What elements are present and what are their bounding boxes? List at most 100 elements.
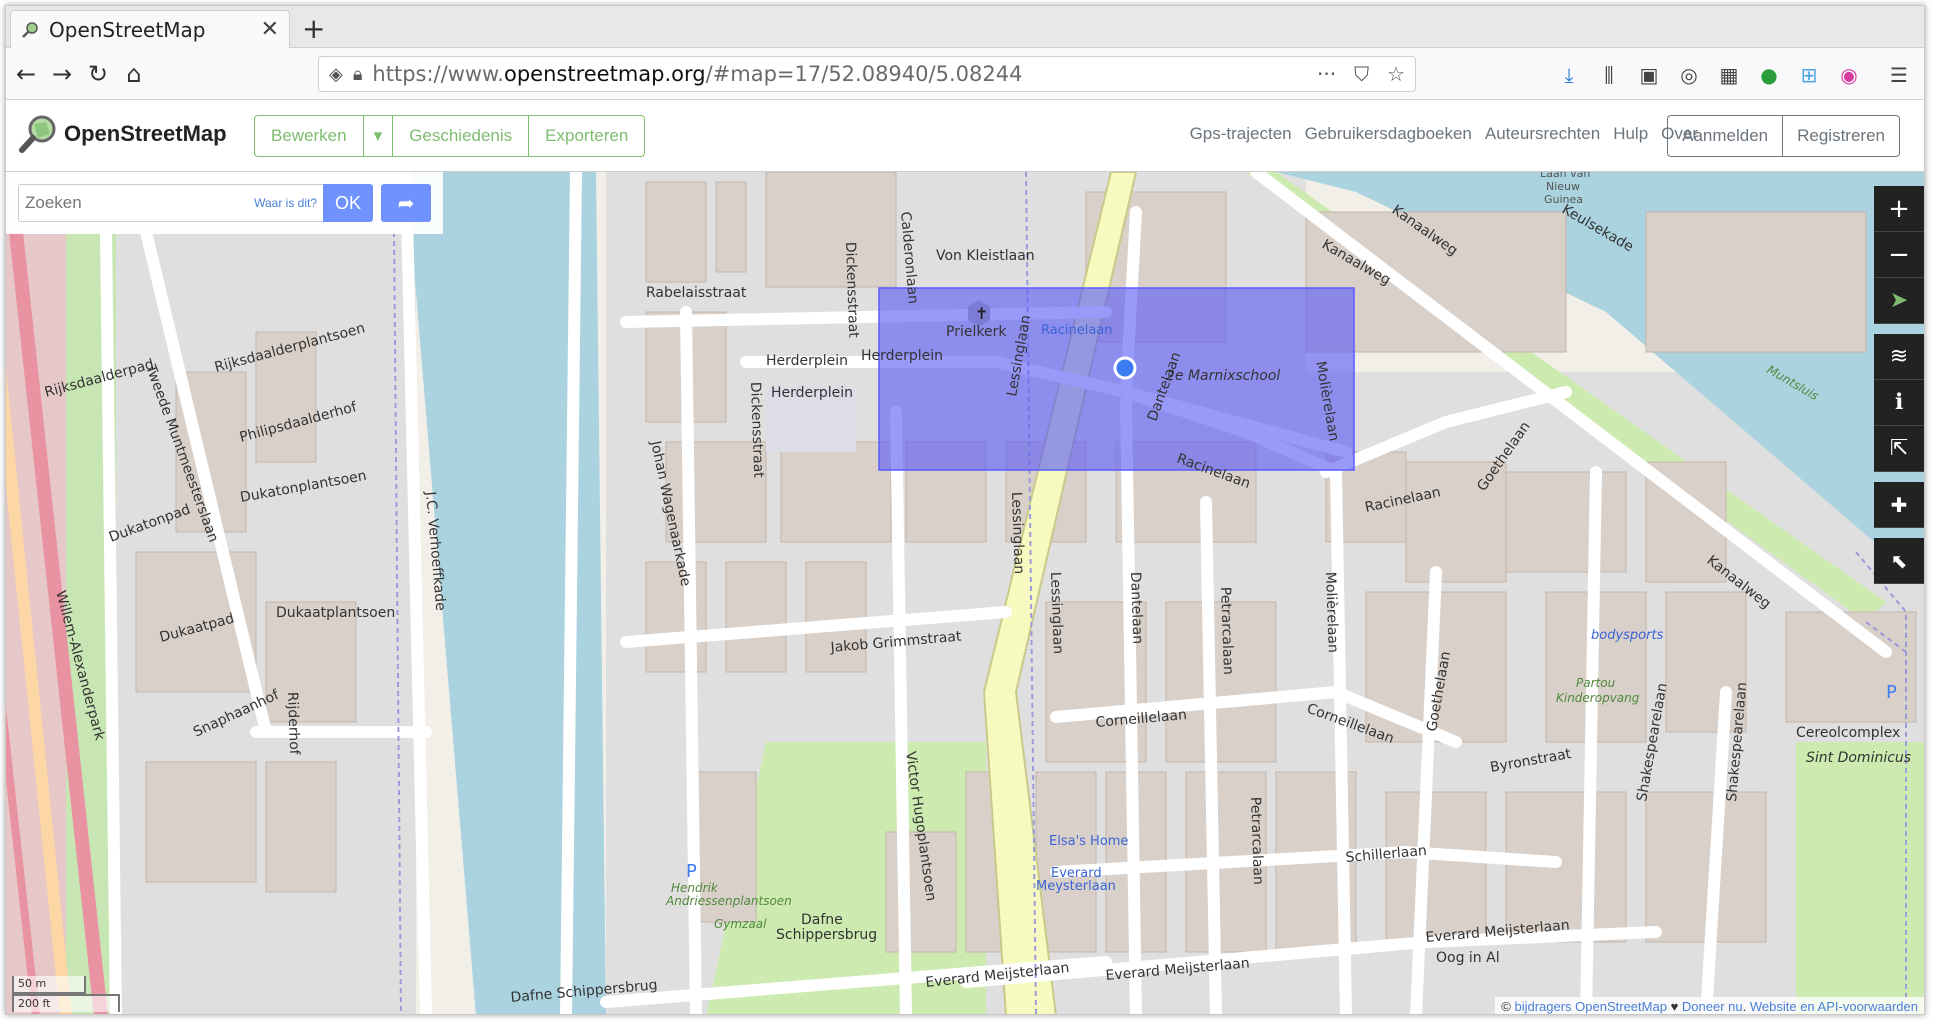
nav-help[interactable]: Hulp [1613,124,1648,144]
nav-copyright[interactable]: Auteursrechten [1485,124,1600,144]
tab-title: OpenStreetMap [49,17,206,42]
new-tab-icon[interactable]: + [302,12,325,45]
extension-b-icon[interactable]: ● [1756,62,1782,88]
export-button[interactable]: Exporteren [529,116,644,156]
scale-bar: 50 m 200 ft [12,976,122,1012]
street-label: Von Kleistlaan [936,248,1035,264]
gym-label: Gymzaal [714,917,767,931]
street-label: Molièrelaan [1322,572,1341,654]
zoom-out-icon[interactable]: − [1874,232,1924,278]
layers-icon[interactable]: ≋ [1874,334,1924,380]
browser-tab[interactable]: OpenStreetMap ✕ [10,10,290,48]
search-placeholder[interactable]: Zoeken [25,193,254,213]
church-label: Sint Dominicus [1806,750,1911,766]
tracking-icon[interactable]: ◎ [1676,62,1702,88]
street-label: Dantelaan [1127,572,1146,645]
auth-button-group: Aanmelden Registreren [1667,115,1900,157]
street-label: Lessinglaan [1008,492,1027,575]
elsa-label: Elsa's Home [1049,834,1128,849]
donate-link[interactable]: Doneer nu [1682,999,1743,1014]
osm-contributors-link[interactable]: bijdragers OpenStreetMap [1514,999,1666,1014]
street-label: Herderplein [861,348,943,364]
map-canvas[interactable]: ✝ Johan Wagenaarkade Rabelaisstraat Von … [6,172,1924,1015]
add-note-icon[interactable]: ✚ [1874,482,1924,528]
extensions-icon[interactable]: ▦ [1716,62,1742,88]
tab-close-icon[interactable]: ✕ [261,17,279,42]
directions-icon[interactable]: ➦ [381,184,431,222]
cinema-label: Cereolcomplex [1796,725,1900,741]
cross-glyph: ✝ [975,304,988,323]
street-label: Dickensstraat [842,242,861,339]
url-text[interactable]: https://www.openstreetmap.org/#map=17/52… [372,62,1299,86]
pocket-icon[interactable]: ⛉ [1354,62,1369,86]
park-label-1: Hendrik [671,881,719,895]
park-label-2: Andriessenplantsoen [665,894,792,908]
geolocate-icon[interactable]: ➤ [1874,278,1924,324]
dafne-label-2: Schippersbrug [776,927,877,943]
home-icon[interactable]: ⌂ [118,58,150,90]
url-bar[interactable]: ◈ 🔒︎ https://www.openstreetmap.org/#map=… [318,56,1416,92]
navigation-bar: ← → ↻ ⌂ ◈ 🔒︎ https://www.openstreetmap.o… [6,48,1924,100]
register-button[interactable]: Registreren [1783,116,1899,156]
zoom-in-icon[interactable]: + [1874,186,1924,232]
query-features-icon[interactable]: ⬉ [1874,538,1924,584]
parking-icon: P [1886,682,1897,703]
poi-label: Guinea [1544,193,1583,206]
parking-icon: P [686,861,697,882]
back-icon[interactable]: ← [10,58,42,90]
grid-icon[interactable]: ⊞ [1796,62,1822,88]
search-ok-button[interactable]: OK [323,184,373,222]
dafne-label-1: Dafne [801,912,843,928]
herderplein-square-label: Herderplein [771,385,853,401]
logo-text: OpenStreetMap [64,121,227,146]
neighborhood-label: Oog in Al [1436,950,1500,966]
everard-label-2: Meysterlaan [1036,879,1116,894]
poi-label: Nieuw [1546,180,1580,193]
street-label: Herderplein [766,353,848,369]
street-label: Rabelaisstraat [646,285,747,301]
edit-button[interactable]: Bewerken [255,116,364,156]
street-label: Lessinglaan [1047,572,1066,655]
history-button[interactable]: Geschiedenis [393,116,530,156]
selected-area[interactable] [878,287,1355,471]
search-panel: Zoeken Waar is dit? OK ➦ [6,172,443,234]
kinder-label-2: Kinderopvang [1556,691,1640,705]
bookmark-star-icon[interactable]: ☆ [1387,62,1405,86]
menu-icon[interactable]: ☰ [1886,62,1912,88]
share-icon[interactable]: ⇱ [1874,426,1924,472]
church-label: Prielkerk [946,324,1007,340]
download-icon[interactable]: ⤓ [1556,62,1582,88]
bus-stop-label: Racinelaan [1041,323,1113,338]
location-marker[interactable] [1113,356,1137,380]
page-actions-icon[interactable]: ··· [1317,62,1336,86]
forward-icon[interactable]: → [46,58,78,90]
edit-dropdown-icon[interactable]: ▾ [364,116,394,156]
nav-gps-traces[interactable]: Gps-trajecten [1190,124,1292,144]
school-label: 2e Marnixschool [1166,368,1280,384]
poi-label: Laan van [1540,172,1590,180]
scale-meters: 50 m [12,976,86,994]
osm-header: OpenStreetMap Bewerken ▾ Geschiedenis Ex… [6,100,1924,172]
map-view[interactable]: ✝ Johan Wagenaarkade Rabelaisstraat Von … [6,172,1924,1015]
where-is-this-link[interactable]: Waar is dit? [254,196,317,210]
secondary-nav: Gps-trajecten Gebruikersdagboeken Auteur… [1190,124,1698,144]
sports-label: bodysports [1591,628,1664,643]
edit-button-group: Bewerken ▾ Geschiedenis Exporteren [254,115,646,157]
osm-logo[interactable]: OpenStreetMap [18,114,227,154]
reload-icon[interactable]: ↻ [82,58,114,90]
map-key-icon[interactable]: ℹ [1874,380,1924,426]
sidebar-icon[interactable]: ▣ [1636,62,1662,88]
color-wheel-icon[interactable]: ◉ [1836,62,1862,88]
shield-icon[interactable]: ◈ [329,64,343,85]
street-label: Dickensstraat [747,382,766,479]
library-icon[interactable]: ⫼ [1596,62,1622,88]
login-button[interactable]: Aanmelden [1668,116,1784,156]
street-label: Petrarcalaan [1247,797,1266,886]
terms-link[interactable]: Website en API-voorwaarden [1750,999,1918,1014]
search-input[interactable]: Zoeken Waar is dit? [18,184,323,222]
street-label: Petrarcalaan [1217,587,1236,676]
attribution: © bijdragers OpenStreetMap ♥ Doneer nu. … [1495,997,1924,1014]
nav-diaries[interactable]: Gebruikersdagboeken [1305,124,1472,144]
lock-icon[interactable]: 🔒︎ [353,64,363,85]
scale-feet: 200 ft [12,994,120,1012]
